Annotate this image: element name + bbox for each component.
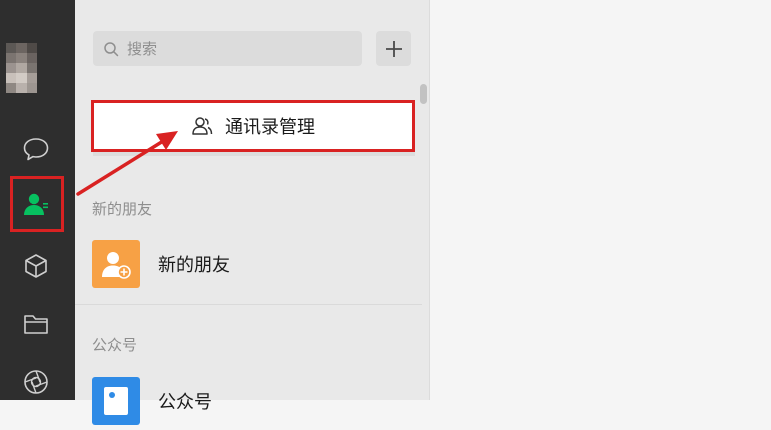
official-accounts-avatar — [92, 377, 140, 425]
list-item-new-friends[interactable]: 新的朋友 — [75, 235, 422, 293]
chat-nav-button[interactable] — [20, 133, 52, 165]
contacts-manage-label: 通讯录管理 — [225, 117, 315, 138]
nav-rail — [0, 0, 75, 400]
avatar[interactable] — [6, 43, 37, 93]
contacts-panel: 通讯录管理 新的朋友 新的朋友 公众号 公众号 — [75, 0, 430, 425]
section-label-official: 公众号 — [92, 336, 138, 354]
chat-bubble-icon — [23, 138, 49, 161]
add-friend-icon — [102, 252, 131, 279]
new-friends-avatar — [92, 240, 140, 288]
files-nav-button[interactable] — [20, 308, 52, 340]
contacts-icon — [24, 193, 48, 215]
list-item-official-accounts[interactable]: 公众号 — [75, 372, 422, 430]
scrollbar[interactable] — [420, 84, 427, 104]
moments-nav-button[interactable] — [20, 366, 52, 398]
divider — [75, 304, 422, 305]
content-area — [431, 0, 771, 400]
search-box[interactable] — [93, 31, 362, 66]
mini-programs-nav-button[interactable] — [20, 250, 52, 282]
section-label-new-friends: 新的朋友 — [92, 200, 153, 218]
add-button[interactable] — [376, 31, 411, 66]
search-input[interactable] — [125, 38, 349, 59]
list-item-label: 公众号 — [158, 392, 212, 413]
official-account-icon — [104, 387, 128, 415]
folder-icon — [24, 315, 48, 334]
aperture-icon — [24, 370, 48, 394]
contacts-nav-button[interactable] — [20, 188, 52, 220]
plus-icon — [385, 40, 402, 57]
list-item-label: 新的朋友 — [158, 255, 230, 276]
contacts-manage-button[interactable]: 通讯录管理 — [91, 100, 415, 152]
search-icon — [104, 41, 119, 56]
cube-icon — [25, 254, 47, 278]
contacts-manage-icon — [192, 117, 213, 135]
